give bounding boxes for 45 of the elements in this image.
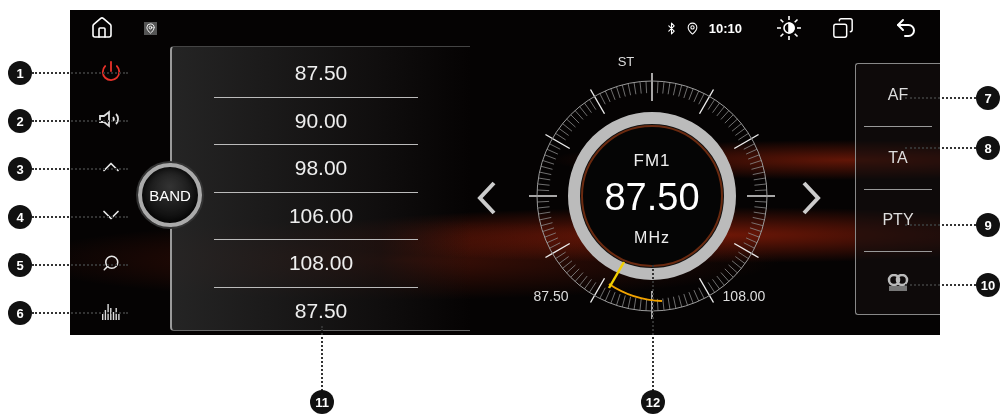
callout-marker: 12 <box>641 390 665 414</box>
callout-marker: 8 <box>976 136 1000 160</box>
chevron-right-icon[interactable] <box>802 181 821 215</box>
callout-marker: 4 <box>8 205 32 229</box>
preset-station[interactable]: 87.50 <box>214 287 418 335</box>
option-button[interactable]: AF <box>864 64 932 127</box>
band-label: FM1 <box>633 151 671 170</box>
option-button[interactable]: TA <box>864 126 932 190</box>
preset-station[interactable]: 90.00 <box>214 97 418 145</box>
windows-icon[interactable] <box>832 17 854 39</box>
frequency-display: 87.50 <box>604 176 700 218</box>
band-button[interactable]: BAND <box>138 163 202 227</box>
callout-marker: 5 <box>8 253 32 277</box>
location-notification-icon <box>144 21 157 35</box>
preset-station[interactable]: 108.00 <box>214 240 418 288</box>
leader-line <box>905 224 976 226</box>
option-button[interactable]: PTY <box>864 189 932 253</box>
equalizer-icon <box>101 302 121 320</box>
leader-line <box>905 147 976 149</box>
clock-time: 10:10 <box>708 20 742 36</box>
back-icon[interactable] <box>894 16 918 40</box>
power-icon <box>100 60 122 82</box>
chevron-left-icon[interactable] <box>477 181 496 215</box>
callout-marker: 3 <box>8 157 32 181</box>
callout-marker: 2 <box>8 109 32 133</box>
preset-station[interactable]: 87.50 <box>214 50 418 98</box>
callout-marker: 11 <box>310 390 334 414</box>
unit-label: MHz <box>634 229 670 246</box>
max-frequency-label: 108.00 <box>722 288 766 304</box>
rds-icon <box>886 274 910 293</box>
callout-marker: 7 <box>976 86 1000 110</box>
leader-line <box>905 284 976 286</box>
callout-marker: 9 <box>976 213 1000 237</box>
leader-line <box>905 97 976 99</box>
search-icon <box>102 254 120 272</box>
preset-station[interactable]: 98.00 <box>214 145 418 193</box>
preset-station[interactable]: 106.00 <box>214 192 418 240</box>
callout-marker: 6 <box>8 301 32 325</box>
brightness-icon[interactable] <box>776 15 802 41</box>
home-icon[interactable] <box>90 16 114 40</box>
callout-marker: 1 <box>8 61 32 85</box>
stereo-indicator: ST <box>617 54 635 69</box>
location-icon <box>685 21 699 35</box>
callout-marker: 10 <box>976 273 1000 297</box>
min-frequency-label: 87.50 <box>533 288 569 304</box>
